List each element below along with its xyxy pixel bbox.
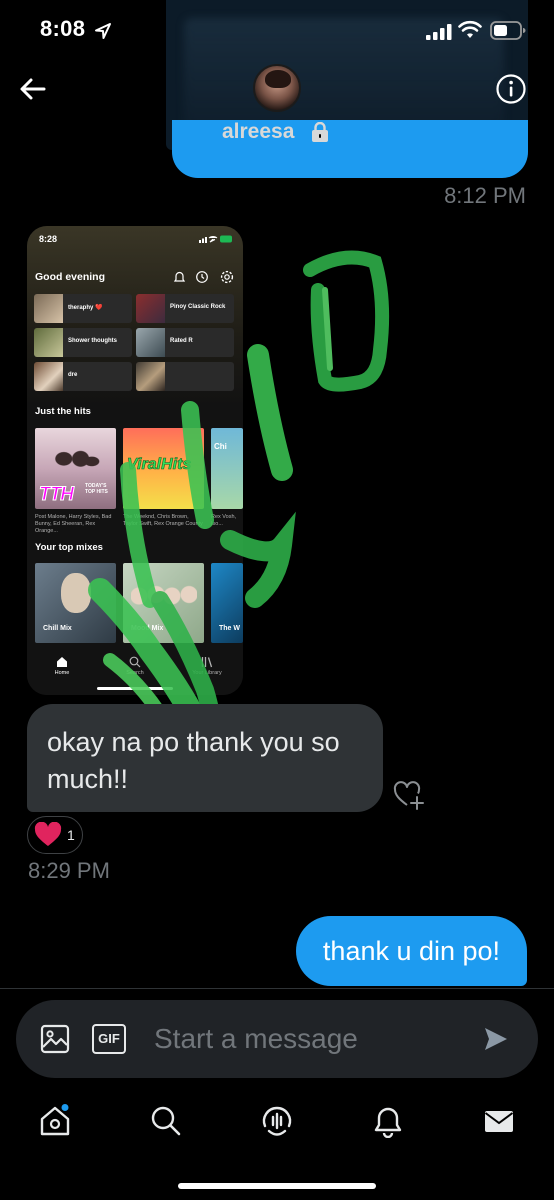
mix-label: Chill Mix (43, 625, 72, 632)
tile-label: Rated R (170, 338, 193, 344)
lock-icon (312, 122, 328, 142)
message-timestamp: 8:12 PM (444, 183, 526, 208)
outgoing-message-text: thank u din po! (322, 936, 501, 966)
send-icon[interactable] (483, 1026, 509, 1052)
tile-label: Shower thoughts (68, 338, 117, 344)
outgoing-message-bubble[interactable]: thank u din po! (296, 916, 527, 986)
spaces-icon[interactable] (260, 1104, 294, 1138)
screenshot-section-title: Your top mixes (35, 542, 103, 553)
screenshot-tile: dre (34, 362, 132, 391)
composer-divider (0, 988, 554, 989)
screenshot-tile (136, 362, 234, 391)
notifications-icon[interactable] (371, 1104, 405, 1138)
card-caption: The Weeknd, Chris Brown, Taylor Swift, R… (123, 514, 203, 527)
search-icon (129, 656, 141, 668)
tile-art (136, 362, 165, 391)
battery-icon (490, 21, 526, 40)
screenshot-nav-label: Search (126, 670, 144, 676)
home-icon (57, 657, 67, 667)
card-caption: Post Malone, Harry Styles, Bad Bunny, Ed… (35, 514, 112, 534)
screenshot-hits-card: TTH TODAY'S TOP HITS (35, 428, 116, 509)
screenshot-home-indicator (97, 687, 173, 690)
shared-screenshot-image[interactable]: 8:28 Good evening theraphy ❤️ Pinoy Clas… (27, 226, 243, 695)
tile-label: dre (68, 372, 78, 378)
screenshot-mix-card: Chill Mix (35, 563, 116, 643)
message-input[interactable] (154, 1020, 454, 1058)
gif-icon[interactable]: GIF (92, 1024, 126, 1054)
location-arrow-icon (95, 23, 111, 39)
status-bar: 8:08 (0, 0, 554, 60)
screenshot-status-time: 8:28 (39, 234, 58, 244)
tile-label: Pinoy Classic Rock (170, 304, 226, 310)
screenshot-hits-card: Chi (211, 428, 243, 509)
card-art-text: Chi (214, 442, 227, 451)
screenshot-tile: theraphy ❤️ (34, 294, 132, 323)
image-icon[interactable] (40, 1024, 70, 1054)
library-icon (201, 657, 213, 668)
mix-label: Mood Mix (131, 625, 164, 632)
screenshot-mix-card: The W (211, 563, 243, 643)
screenshot-header-icons (173, 270, 234, 284)
tile-art (136, 328, 165, 357)
tile-art (136, 294, 165, 323)
home-icon[interactable] (38, 1104, 72, 1138)
cellular-signal-icon (426, 24, 452, 40)
card-caption: Rex Vosh, Iso... aeseh... (211, 514, 237, 528)
tile-art (34, 328, 63, 357)
incoming-message-bubble[interactable]: okay na po thank you so much!! (27, 704, 383, 812)
screenshot-section-title: Just the hits (35, 406, 91, 417)
screenshot-tile: Pinoy Classic Rock (136, 294, 234, 323)
add-reaction-icon[interactable] (393, 780, 425, 810)
tile-art (34, 362, 63, 391)
incoming-message-text: okay na po thank you so much!! (47, 727, 340, 794)
screenshot-nav-search: Search (110, 656, 160, 676)
status-time: 8:08 (40, 16, 86, 41)
contact-name[interactable]: alreesa (222, 120, 294, 144)
screenshot-status-icons (199, 235, 232, 243)
screenshot-greeting: Good evening (35, 271, 106, 283)
screenshot-mix-card: Mood Mix (123, 563, 204, 643)
home-indicator (178, 1183, 376, 1189)
screenshot-tile: Shower thoughts (34, 328, 132, 357)
screenshot-hits-card: ViralHits (123, 428, 204, 509)
search-icon[interactable] (149, 1104, 183, 1138)
heart-icon (34, 822, 62, 846)
screenshot-nav-library: Your Library (182, 656, 232, 676)
mix-label: The W (219, 625, 240, 632)
card-art-text: TTH (39, 484, 75, 506)
messages-icon[interactable] (482, 1104, 516, 1138)
info-icon[interactable] (495, 73, 527, 105)
reaction-count: 1 (67, 827, 75, 843)
screenshot-nav-label: Your Library (192, 670, 222, 676)
tile-art (34, 294, 63, 323)
new-content-dot (61, 1104, 69, 1111)
reaction-pill[interactable]: 1 (27, 816, 83, 854)
card-art-subtext: TODAY'S TOP HITS (85, 483, 108, 495)
screenshot-tile: Rated R (136, 328, 234, 357)
card-art-text: ViralHits (127, 456, 192, 474)
message-timestamp: 8:29 PM (28, 858, 110, 883)
screenshot-nav-label: Home (54, 670, 70, 676)
gif-label: GIF (98, 1031, 120, 1046)
tile-label: theraphy ❤️ (68, 305, 103, 311)
wifi-icon (458, 20, 482, 38)
back-arrow-icon[interactable] (18, 74, 48, 104)
screenshot-nav-home: Home (37, 656, 87, 676)
contact-avatar[interactable] (253, 64, 301, 112)
